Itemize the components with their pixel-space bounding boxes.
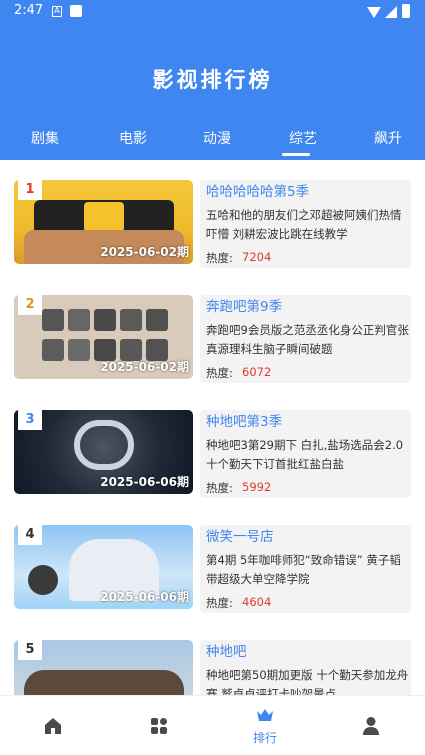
header: 2:47 A 影视排行榜 剧集 电影 动漫 综艺 飙升 bbox=[0, 0, 425, 160]
item-title[interactable]: 哈哈哈哈哈第5季 bbox=[206, 180, 309, 200]
cover-face bbox=[42, 339, 64, 361]
episode-date: 2025-06-06期 bbox=[100, 590, 189, 604]
item-description: 种地吧3第29期下 白扎,盐场选品会2.0十个勤天下订首批红盐白盐 bbox=[206, 438, 404, 471]
heat-value: 6072 bbox=[242, 365, 272, 379]
category-tabs: 剧集 电影 动漫 综艺 飙升 bbox=[0, 122, 425, 160]
cover-image[interactable]: 5 bbox=[14, 640, 193, 695]
crown-icon bbox=[257, 709, 273, 721]
cover-face bbox=[68, 309, 90, 331]
grid-icon bbox=[151, 718, 167, 734]
battery-icon bbox=[402, 4, 410, 18]
rank-badge: 2 bbox=[18, 295, 42, 315]
item-info[interactable]: 种地吧第3季 种地吧3第29期下 白扎,盐场选品会2.0十个勤天下订首批红盐白盐… bbox=[200, 410, 411, 498]
cover-image[interactable]: 2 2025-06-02期 bbox=[14, 295, 193, 379]
nav-profile[interactable] bbox=[318, 696, 424, 755]
heat-label: 热度: bbox=[206, 251, 233, 265]
notification-square-icon bbox=[70, 5, 82, 17]
status-bar: 2:47 A bbox=[0, 0, 425, 24]
list-item[interactable]: 2 2025-06-02期 奔跑吧第9季 奔跑吧9会员版之范丞丞化身公正判官张真… bbox=[14, 295, 411, 383]
item-description: 种地吧第50期加更版 十个勤天参加龙舟赛 鹫卓卓评打卡吵架景点 bbox=[206, 668, 409, 695]
item-info[interactable]: 种地吧 种地吧第50期加更版 十个勤天参加龙舟赛 鹫卓卓评打卡吵架景点 bbox=[200, 640, 411, 695]
cover-people bbox=[24, 670, 184, 695]
item-info[interactable]: 微笑一号店 第4期 5年咖啡师犯“致命错误” 黄子韬带超级大单空降学院 热度: … bbox=[200, 525, 411, 613]
tab-anime[interactable]: 动漫 bbox=[203, 128, 231, 148]
wifi-icon bbox=[367, 7, 381, 18]
cover-image[interactable]: 3 2025-06-06期 bbox=[14, 410, 193, 494]
page-title: 影视排行榜 bbox=[152, 68, 273, 92]
notification-a-icon: A bbox=[52, 6, 62, 17]
cover-person-dark bbox=[28, 565, 58, 595]
list-item[interactable]: 1 2025-06-02期 哈哈哈哈哈第5季 五哈和他的朋友们之邓超被阿姨们热情… bbox=[14, 180, 411, 268]
home-icon bbox=[45, 718, 61, 734]
nav-category[interactable] bbox=[106, 696, 212, 755]
item-description: 奔跑吧9会员版之范丞丞化身公正判官张真源理科生脑子瞬间破题 bbox=[206, 323, 409, 356]
item-description: 第4期 5年咖啡师犯“致命错误” 黄子韬带超级大单空降学院 bbox=[206, 553, 401, 586]
list-item[interactable]: 5 种地吧 种地吧第50期加更版 十个勤天参加龙舟赛 鹫卓卓评打卡吵架景点 bbox=[14, 640, 411, 695]
cover-logo-5 bbox=[84, 202, 124, 232]
heat-value: 5992 bbox=[242, 480, 272, 494]
cover-face bbox=[68, 339, 90, 361]
ranking-list: 1 2025-06-02期 哈哈哈哈哈第5季 五哈和他的朋友们之邓超被阿姨们热情… bbox=[0, 160, 425, 695]
rank-badge: 4 bbox=[18, 525, 42, 545]
item-info[interactable]: 奔跑吧第9季 奔跑吧9会员版之范丞丞化身公正判官张真源理科生脑子瞬间破题 热度:… bbox=[200, 295, 411, 383]
episode-date: 2025-06-02期 bbox=[100, 245, 189, 259]
heat-value: 4604 bbox=[242, 595, 272, 609]
tab-series[interactable]: 剧集 bbox=[31, 128, 59, 148]
cover-circle bbox=[74, 420, 134, 470]
cover-face bbox=[42, 309, 64, 331]
item-title[interactable]: 奔跑吧第9季 bbox=[206, 295, 282, 315]
tab-variety[interactable]: 综艺 bbox=[289, 128, 317, 148]
cover-face bbox=[120, 309, 142, 331]
item-description: 五哈和他的朋友们之邓超被阿姨们热情吓懵 刘耕宏波比跳在线教学 bbox=[206, 208, 402, 241]
list-item[interactable]: 4 2025-06-06期 微笑一号店 第4期 5年咖啡师犯“致命错误” 黄子韬… bbox=[14, 525, 411, 613]
item-title[interactable]: 种地吧第3季 bbox=[206, 410, 282, 430]
status-time: 2:47 bbox=[14, 3, 44, 18]
cover-image[interactable]: 1 2025-06-02期 bbox=[14, 180, 193, 264]
nav-home[interactable] bbox=[0, 696, 106, 755]
signal-icon bbox=[385, 6, 397, 18]
tab-active-indicator bbox=[282, 153, 310, 156]
cover-face bbox=[146, 309, 168, 331]
item-title[interactable]: 微笑一号店 bbox=[206, 525, 274, 545]
heat-label: 热度: bbox=[206, 596, 233, 610]
rank-badge: 1 bbox=[18, 180, 42, 200]
heat-value: 7204 bbox=[242, 250, 272, 264]
cover-image[interactable]: 4 2025-06-06期 bbox=[14, 525, 193, 609]
tab-movies[interactable]: 电影 bbox=[119, 128, 147, 148]
episode-date: 2025-06-06期 bbox=[100, 475, 189, 489]
episode-date: 2025-06-02期 bbox=[100, 360, 189, 374]
list-item[interactable]: 3 2025-06-06期 种地吧第3季 种地吧3第29期下 白扎,盐场选品会2… bbox=[14, 410, 411, 498]
user-icon bbox=[363, 717, 379, 735]
item-title[interactable]: 种地吧 bbox=[206, 640, 247, 660]
nav-ranking[interactable]: 排行 bbox=[212, 696, 318, 755]
rank-badge: 5 bbox=[18, 640, 42, 660]
bottom-nav: 排行 bbox=[0, 695, 425, 755]
item-info[interactable]: 哈哈哈哈哈第5季 五哈和他的朋友们之邓超被阿姨们热情吓懵 刘耕宏波比跳在线教学 … bbox=[200, 180, 411, 268]
heat-label: 热度: bbox=[206, 481, 233, 495]
tab-rising[interactable]: 飙升 bbox=[374, 128, 402, 148]
nav-ranking-label: 排行 bbox=[252, 731, 277, 745]
cover-face bbox=[94, 309, 116, 331]
rank-badge: 3 bbox=[18, 410, 42, 430]
heat-label: 热度: bbox=[206, 366, 233, 380]
